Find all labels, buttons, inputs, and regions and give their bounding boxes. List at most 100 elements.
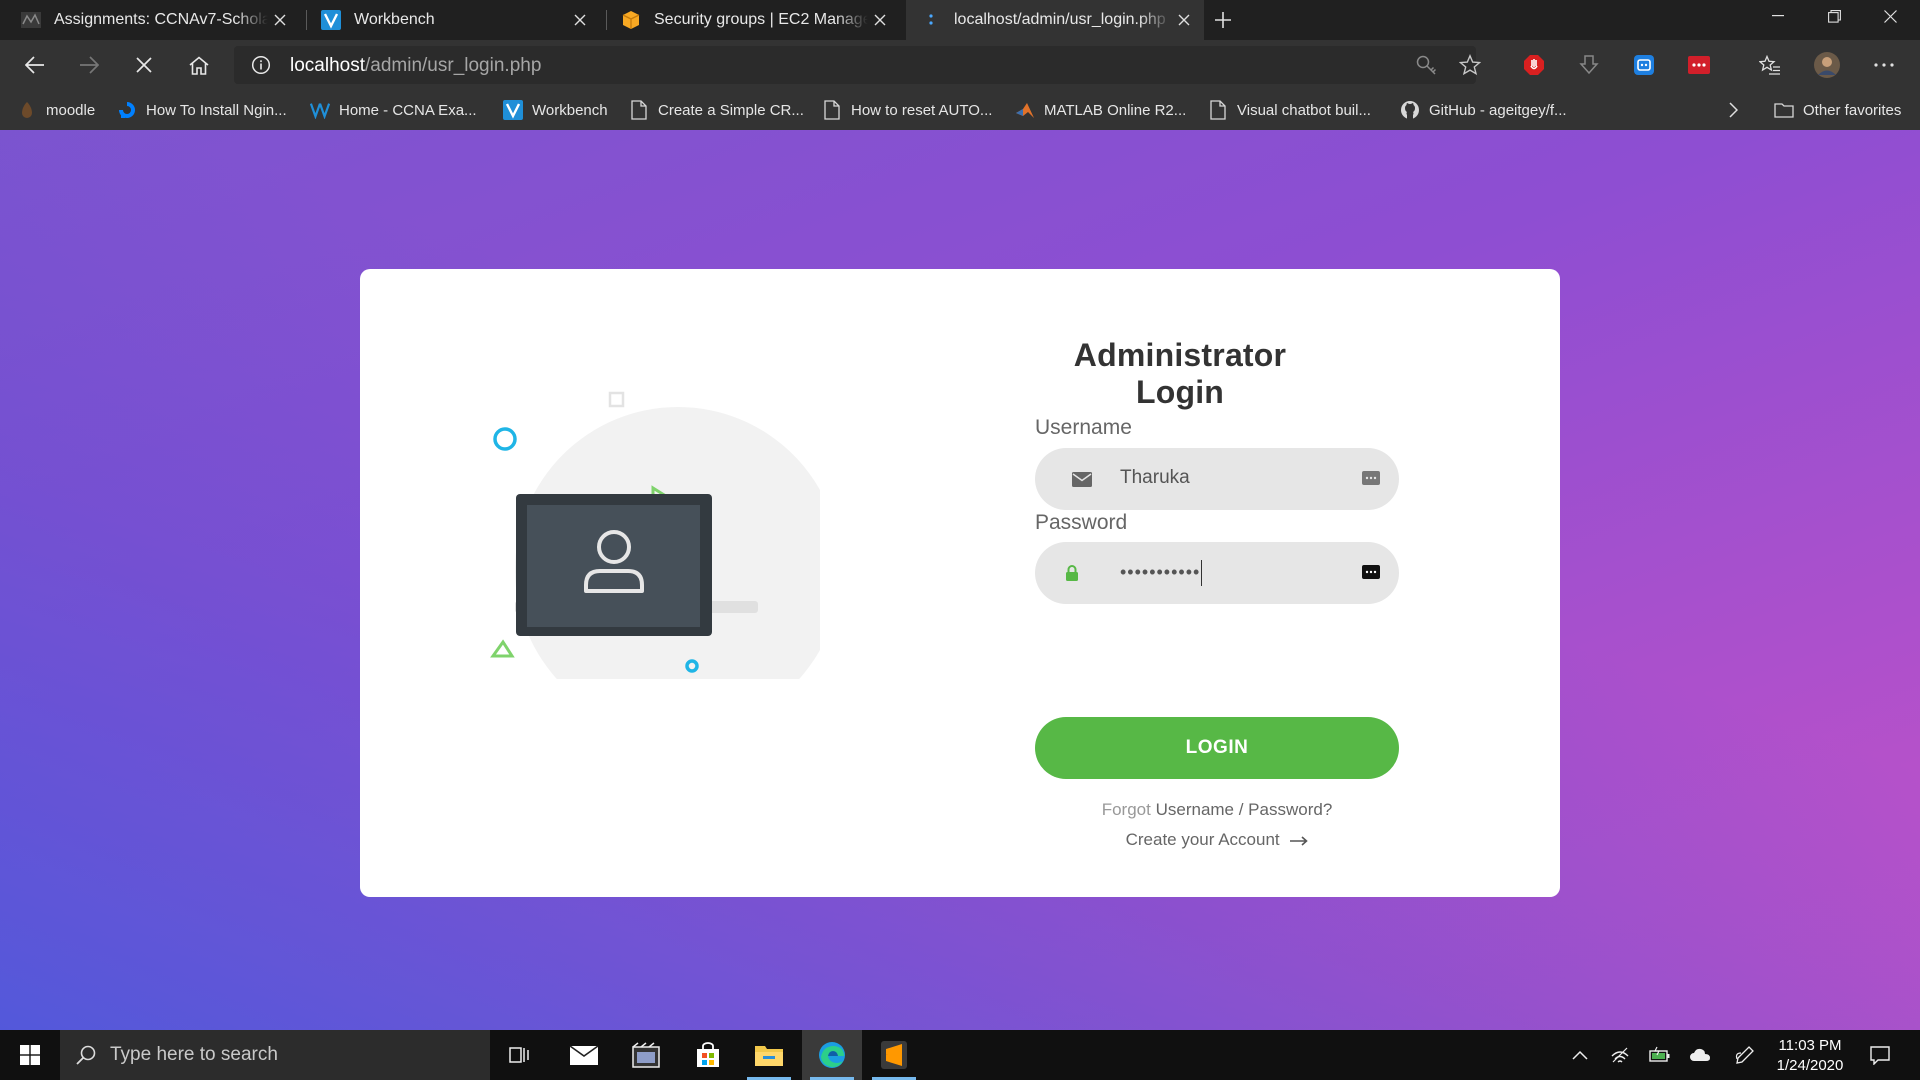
restore-button[interactable] <box>1806 0 1862 32</box>
task-view-icon <box>509 1047 529 1063</box>
moodle-icon <box>17 100 37 120</box>
onedrive-cloud-icon[interactable] <box>1680 1030 1720 1080</box>
favorite-reset-auto[interactable]: How to reset AUTO... <box>822 90 992 130</box>
minimize-button[interactable] <box>1750 0 1806 32</box>
file-explorer-button[interactable] <box>739 1030 799 1080</box>
windows-logo-icon <box>20 1045 40 1065</box>
wifi-icon[interactable] <box>1600 1030 1640 1080</box>
grid-icon <box>20 9 42 31</box>
arrow-right-icon <box>1290 835 1309 846</box>
favorite-ccna-exam[interactable]: Home - CCNA Exa... <box>310 90 477 130</box>
tab-title: Workbench <box>354 11 435 28</box>
forgot-credentials-link[interactable]: Username / Password? <box>1156 800 1333 819</box>
tab-usr-login[interactable]: localhost/admin/usr_login.php <box>906 0 1204 40</box>
password-value: ••••••••••• <box>1120 560 1203 586</box>
tab-assignments[interactable]: Assignments: CCNAv7-Scholarship <box>0 0 300 40</box>
create-account-link[interactable]: Create your Account <box>1035 830 1399 850</box>
favorite-matlab-online[interactable]: MATLAB Online R2... <box>1015 90 1186 130</box>
pen-workspace-icon[interactable] <box>1725 1030 1765 1080</box>
calendar-app-button[interactable] <box>616 1030 676 1080</box>
deco-triangle-icon <box>490 639 515 658</box>
battery-icon[interactable] <box>1640 1030 1680 1080</box>
show-hidden-icons-chevron[interactable] <box>1560 1030 1600 1080</box>
lastpass-extension-icon[interactable] <box>1685 51 1713 79</box>
tab-title: Assignments: CCNAv7-Scholarship <box>54 11 268 28</box>
store-icon <box>697 1042 719 1067</box>
other-favorites[interactable]: Other favorites <box>1774 90 1901 130</box>
close-window-button[interactable] <box>1862 0 1918 32</box>
start-button[interactable] <box>0 1030 60 1080</box>
task-view-button[interactable] <box>490 1030 550 1080</box>
favorites-bar: moodle How To Install Ngin... Home - CCN… <box>0 90 1920 130</box>
mail-app-button[interactable] <box>554 1030 614 1080</box>
back-button[interactable] <box>15 45 55 85</box>
tab-title: Security groups | EC2 Management Console <box>654 11 868 28</box>
laptop-screen <box>527 505 700 627</box>
favorite-visual-chatbot[interactable]: Visual chatbot buil... <box>1208 90 1371 130</box>
deco-circle-icon <box>493 427 517 451</box>
laptop-user-illustration <box>490 391 820 679</box>
navigation-bar: localhost/admin/usr_login.php <box>0 40 1920 90</box>
clock-time: 11:03 PM <box>1778 1037 1842 1054</box>
favorite-moodle[interactable]: moodle <box>17 90 95 130</box>
ccna-logo-icon <box>310 100 330 120</box>
edge-icon <box>819 1042 845 1068</box>
autofill-key-icon[interactable] <box>1361 561 1381 583</box>
page-background: Administrator Login Username Tharuka Pas… <box>0 130 1920 1030</box>
close-tab-icon[interactable] <box>868 8 892 32</box>
loading-icon <box>920 9 942 31</box>
store-app-button[interactable] <box>678 1030 738 1080</box>
home-button[interactable] <box>179 45 219 85</box>
close-tab-icon[interactable] <box>1172 8 1196 32</box>
aws-box-icon <box>620 9 642 31</box>
favorite-create-simple-crud[interactable]: Create a Simple CR... <box>629 90 804 130</box>
v-logo-icon <box>320 9 342 31</box>
clock-date: 1/24/2020 <box>1776 1057 1844 1074</box>
username-value: Tharuka <box>1120 467 1190 488</box>
address-bar[interactable]: localhost/admin/usr_login.php <box>234 46 1481 84</box>
envelope-icon <box>1071 469 1093 489</box>
github-icon <box>1400 100 1420 120</box>
more-options-icon[interactable] <box>1870 51 1898 79</box>
deco-square-icon <box>608 391 625 408</box>
stop-loading-button[interactable] <box>124 45 164 85</box>
close-tab-icon[interactable] <box>268 8 292 32</box>
password-field[interactable]: ••••••••••• <box>1035 542 1399 604</box>
folder-icon <box>755 1046 783 1066</box>
system-clock[interactable]: 11:03 PM 1/24/2020 <box>1765 1036 1855 1076</box>
favorite-install-nginx[interactable]: How To Install Ngin... <box>117 90 287 130</box>
page-icon <box>822 100 842 120</box>
translator-extension-icon[interactable] <box>1630 51 1658 79</box>
page-icon <box>629 100 649 120</box>
taskbar-search-box[interactable]: Type here to search <box>60 1030 490 1080</box>
autofill-key-icon[interactable] <box>1361 467 1381 489</box>
login-button[interactable]: LOGIN <box>1035 717 1399 779</box>
add-favorite-star-icon[interactable] <box>1458 53 1482 77</box>
matlab-icon <box>1015 100 1035 120</box>
site-info-icon[interactable] <box>249 53 273 77</box>
tab-workbench[interactable]: Workbench <box>300 0 600 40</box>
profile-avatar[interactable] <box>1813 51 1841 79</box>
forward-button[interactable] <box>69 45 109 85</box>
passwords-key-icon[interactable] <box>1414 53 1438 77</box>
url-text[interactable]: localhost/admin/usr_login.php <box>290 55 541 77</box>
mail-icon <box>569 1045 599 1065</box>
favorite-github-ageitgey[interactable]: GitHub - ageitgey/f... <box>1400 90 1567 130</box>
edge-browser-button[interactable] <box>802 1030 862 1080</box>
windows-taskbar: Type here to search 11:03 PM 1/24/2020 <box>0 1030 1920 1080</box>
download-helper-icon[interactable] <box>1575 51 1603 79</box>
new-tab-button[interactable] <box>1209 6 1237 34</box>
favorites-overflow-chevron-icon[interactable] <box>1728 90 1738 130</box>
tab-strip: Assignments: CCNAv7-Scholarship Workbenc… <box>0 0 1920 40</box>
favorite-workbench[interactable]: Workbench <box>503 90 608 130</box>
password-label: Password <box>1035 511 1128 534</box>
action-center-icon[interactable] <box>1858 1030 1902 1080</box>
close-tab-icon[interactable] <box>568 8 592 32</box>
username-field[interactable]: Tharuka <box>1035 448 1399 510</box>
favorites-hub-icon[interactable] <box>1756 51 1784 79</box>
login-title: Administrator Login <box>1073 337 1287 410</box>
adblock-extension-icon[interactable] <box>1520 51 1548 79</box>
sublime-text-button[interactable] <box>864 1030 924 1080</box>
tab-security-groups[interactable]: Security groups | EC2 Management Console <box>600 0 900 40</box>
search-icon <box>74 1043 98 1067</box>
